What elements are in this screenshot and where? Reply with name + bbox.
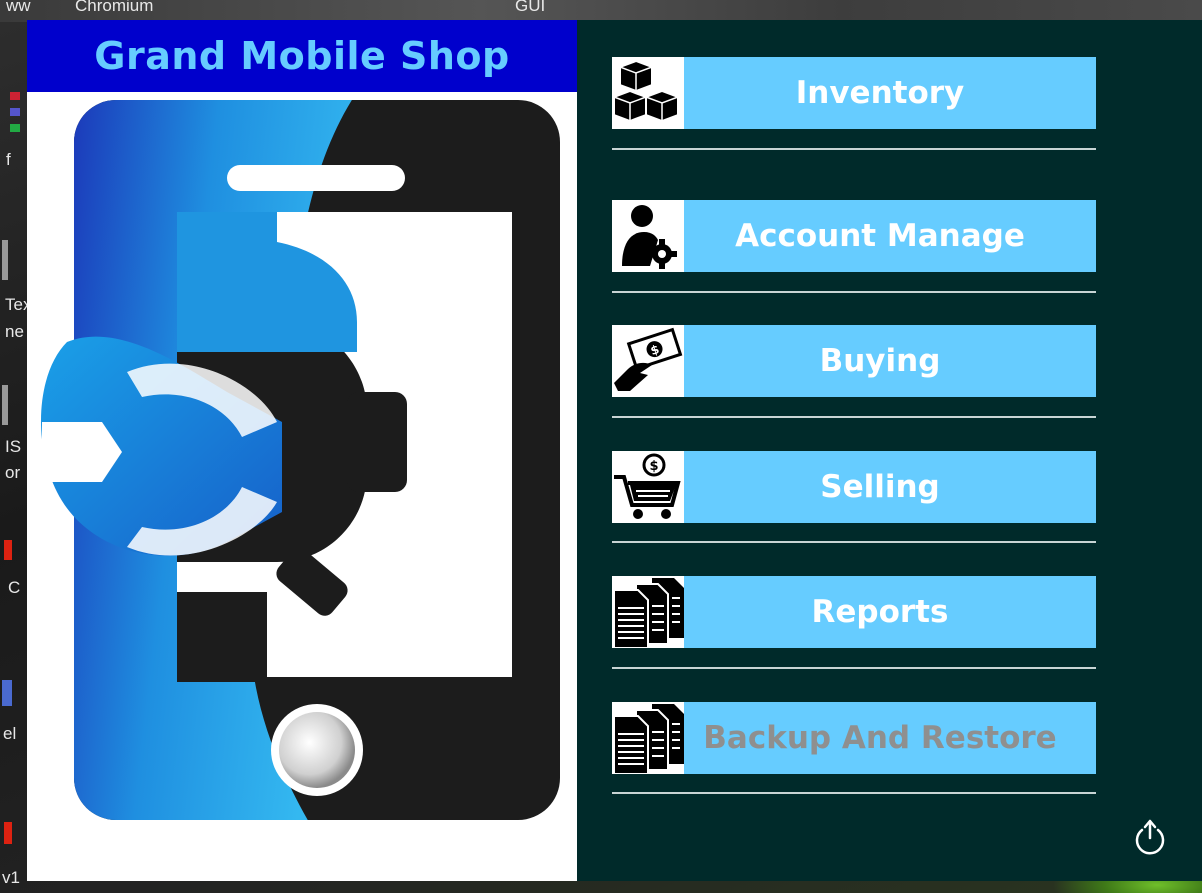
desktop-icon: [10, 92, 20, 100]
app-window: Grand Mobile Shop Inventory Account Mana…: [27, 20, 1202, 881]
desktop-icon: [2, 680, 12, 706]
desktop-icon: [2, 385, 8, 425]
desktop-label: Chromium: [75, 0, 154, 15]
account-manage-button[interactable]: Account Manage: [612, 200, 1096, 272]
menu-divider: [612, 541, 1096, 543]
documents-icon: [612, 576, 684, 648]
money-hand-icon: $: [612, 325, 684, 397]
menu-divider: [612, 416, 1096, 418]
user-gear-icon: [612, 200, 684, 272]
desktop-taskbar: [0, 0, 1202, 22]
desktop-label: C: [8, 578, 21, 597]
desktop-icon: [2, 240, 8, 280]
desktop-label: or: [5, 463, 21, 482]
menu-divider: [612, 291, 1096, 293]
reports-label: Reports: [811, 594, 949, 630]
menu-divider: [612, 667, 1096, 669]
desktop-label: ww: [6, 0, 31, 15]
desktop-icon: [4, 540, 12, 560]
menu-panel: Inventory Account Manage $ Buying $ Sell…: [577, 20, 1202, 881]
branding-panel: Grand Mobile Shop: [27, 20, 577, 881]
phone-repair-logo-image: [40, 100, 560, 820]
buying-button[interactable]: $ Buying: [612, 325, 1096, 397]
inventory-label: Inventory: [795, 75, 965, 111]
power-icon[interactable]: [1130, 818, 1170, 858]
desktop-label: GUI: [515, 0, 546, 15]
boxes-icon: [612, 57, 684, 129]
desktop-icon: [4, 822, 12, 844]
phone-repair-logo: [27, 92, 577, 881]
reports-button[interactable]: Reports: [612, 576, 1096, 648]
selling-button[interactable]: $ Selling: [612, 451, 1096, 523]
shopping-cart-icon: $: [612, 451, 684, 523]
documents-icon: [612, 702, 684, 774]
backup-restore-label: Backup And Restore: [703, 720, 1057, 756]
inventory-button[interactable]: Inventory: [612, 57, 1096, 129]
selling-label: Selling: [820, 469, 940, 505]
svg-text:$: $: [649, 459, 658, 474]
desktop-label: v1: [2, 868, 20, 887]
desktop-icon: [10, 124, 20, 132]
menu-divider: [612, 148, 1096, 150]
buying-label: Buying: [819, 343, 941, 379]
desktop-icon: [10, 108, 20, 116]
desktop-label: el: [3, 724, 17, 743]
desktop-label: ne: [5, 322, 24, 341]
account-manage-label: Account Manage: [735, 218, 1025, 254]
title-bar: Grand Mobile Shop: [27, 20, 577, 92]
menu-divider: [612, 792, 1096, 794]
backup-restore-button[interactable]: Backup And Restore: [612, 702, 1096, 774]
desktop-label: IS: [5, 437, 22, 456]
app-title: Grand Mobile Shop: [94, 34, 510, 78]
desktop-label: f: [6, 150, 11, 169]
